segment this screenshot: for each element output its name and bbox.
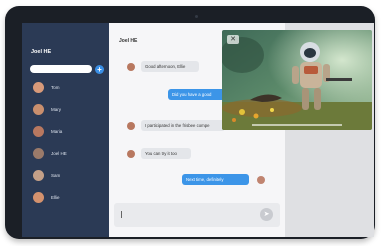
contact-name: Joel HE: [51, 151, 67, 156]
contact-name: Tom: [51, 85, 60, 90]
contact-name: Sam: [51, 173, 61, 178]
avatar: [33, 104, 44, 115]
avatar: [33, 148, 44, 159]
contact-name: Mary: [51, 107, 61, 112]
message-bubble-in: You can try it too: [141, 148, 191, 159]
message-bubble-out: Next time, definitely: [182, 174, 249, 185]
arrow-right-icon[interactable]: ➤: [260, 208, 273, 221]
contact-name: Maria: [51, 129, 63, 134]
self-avatar: [257, 176, 265, 184]
video-call-window[interactable]: [222, 30, 372, 130]
tablet-frame: Joel HE + Tom Mary Maria Joel HE Sam Ell…: [5, 6, 375, 239]
message-input[interactable]: ➤: [114, 203, 280, 227]
contact-item-maria[interactable]: Maria: [33, 126, 103, 138]
close-icon[interactable]: ✕: [227, 35, 239, 44]
camera-dot: [195, 15, 198, 18]
message-bubble-in: I participated in the frisbee compe: [141, 120, 225, 131]
video-feed: [222, 30, 372, 130]
app-screen: Joel HE + Tom Mary Maria Joel HE Sam Ell…: [22, 23, 374, 237]
sidebar-title: Joel HE: [31, 49, 52, 55]
sender-avatar: [127, 63, 135, 71]
contact-item-joel[interactable]: Joel HE: [33, 148, 103, 160]
sender-avatar: [127, 150, 135, 158]
contact-name: Ellie: [51, 195, 60, 200]
contacts-sidebar: Joel HE + Tom Mary Maria Joel HE Sam Ell…: [22, 23, 109, 237]
contact-item-sam[interactable]: Sam: [33, 170, 103, 182]
text-caret: [121, 211, 122, 218]
chat-title: Joel HE: [119, 38, 138, 44]
message-bubble-in: Good afternoon, Ellie: [141, 61, 199, 72]
sender-avatar: [127, 122, 135, 130]
search-input[interactable]: [30, 65, 92, 73]
avatar: [33, 192, 44, 203]
add-contact-button[interactable]: +: [95, 65, 104, 74]
message-bubble-out: Did you have a good: [168, 89, 226, 100]
avatar: [33, 170, 44, 181]
contact-item-mary[interactable]: Mary: [33, 104, 103, 116]
avatar: [33, 126, 44, 137]
avatar: [33, 82, 44, 93]
contact-item-ellie[interactable]: Ellie: [33, 192, 103, 204]
contact-item-tom[interactable]: Tom: [33, 82, 103, 94]
